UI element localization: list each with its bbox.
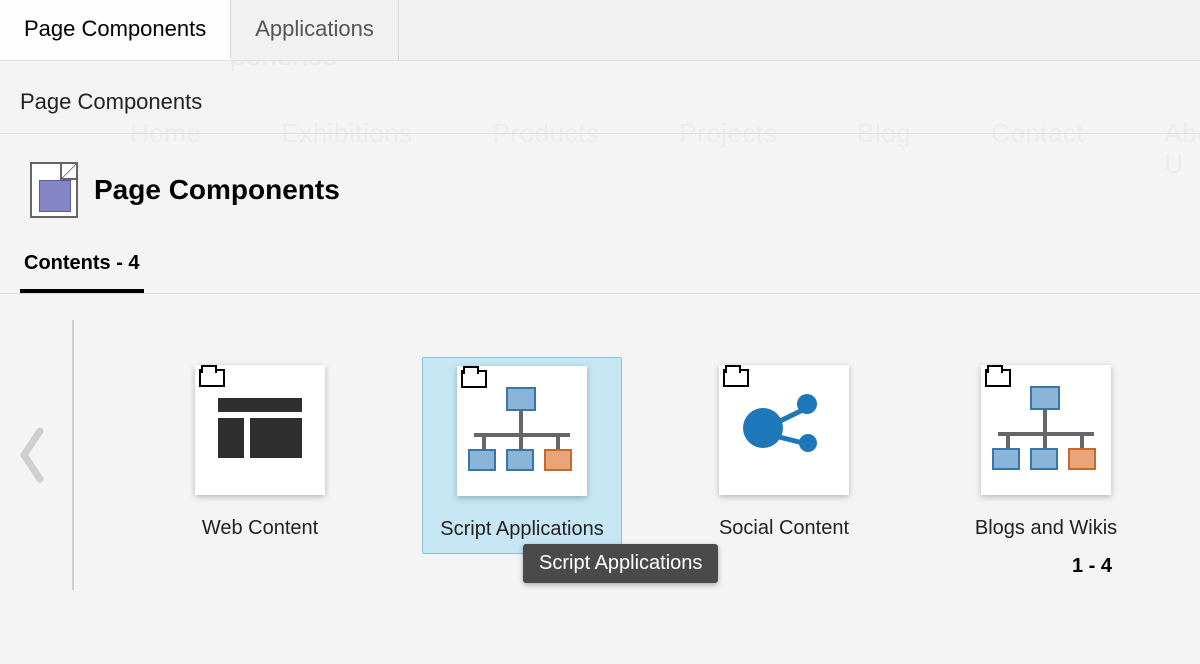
card-label: Social Content (719, 517, 849, 540)
card-blogs-and-wikis[interactable]: Blogs and Wikis (946, 357, 1146, 554)
divider (72, 320, 74, 590)
prev-chevron-icon (10, 413, 52, 497)
tile-icon (457, 366, 587, 496)
tooltip: Script Applications (523, 544, 718, 583)
tile-icon (195, 365, 325, 495)
tab-page-components[interactable]: Page Components (0, 0, 231, 60)
card-label: Blogs and Wikis (975, 517, 1117, 540)
share-icon (739, 390, 829, 470)
page-icon (30, 162, 78, 218)
cards-row: Web Content Script Applications Script A… (160, 357, 1146, 554)
folder-icon (723, 369, 749, 387)
hierarchy-icon (468, 387, 576, 475)
folder-icon (461, 370, 487, 388)
subtab-row: Contents - 4 (0, 242, 1200, 294)
tile-icon (981, 365, 1111, 495)
folder-icon (985, 369, 1011, 387)
page-counter: 1 - 4 (1072, 555, 1112, 578)
page-title: Page Components (94, 174, 340, 206)
tab-bar: Page Components Applications (0, 0, 1200, 61)
card-label: Web Content (202, 517, 318, 540)
heading-block: Page Components (0, 134, 1200, 242)
card-web-content[interactable]: Web Content (160, 357, 360, 554)
folder-icon (199, 369, 225, 387)
layout-icon (218, 398, 302, 462)
contents-strip: Web Content Script Applications Script A… (0, 294, 1200, 590)
tile-icon (719, 365, 849, 495)
card-script-applications[interactable]: Script Applications Script Applications (422, 357, 622, 554)
card-label: Script Applications (440, 518, 603, 541)
tab-applications[interactable]: Applications (231, 0, 399, 60)
card-social-content[interactable]: Social Content (684, 357, 884, 554)
hierarchy-icon (992, 386, 1100, 474)
breadcrumb: Page Components (0, 61, 1200, 134)
subtab-contents[interactable]: Contents - 4 (20, 242, 144, 293)
